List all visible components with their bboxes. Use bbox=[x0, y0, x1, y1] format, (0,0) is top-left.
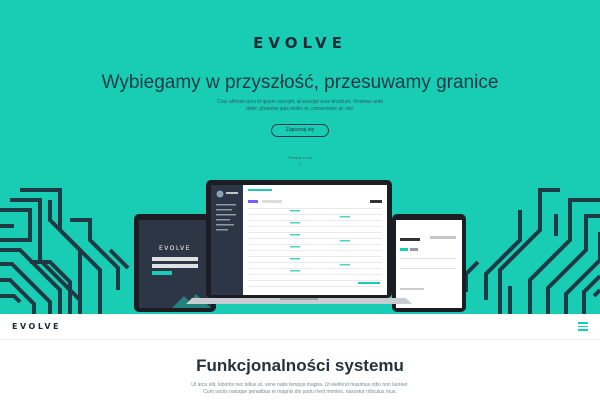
device-mockups-image: EVOLVE bbox=[134, 180, 466, 312]
tablet-mockup-right bbox=[392, 214, 466, 312]
hero-subtitle-line: dolor, pharetra quis mollis et, consecte… bbox=[245, 106, 355, 112]
section-title: Funkcjonalności systemu bbox=[196, 356, 404, 375]
navbar: EVOLVE bbox=[0, 314, 600, 340]
hamburger-line bbox=[578, 322, 588, 324]
tablet-logo: EVOLVE bbox=[159, 245, 191, 252]
hero-subtitle: Cras ultrices arcu id ipsum suscipit, at… bbox=[0, 99, 600, 113]
learn-more-button[interactable]: Zapoznaj się bbox=[271, 124, 329, 137]
section-subtitle-line: Ut arcu elit, lobortis nec tellus at, ve… bbox=[191, 382, 409, 388]
laptop-mockup bbox=[186, 180, 412, 304]
hero-section: EVOLVE Wybiegamy w przyszłość, przesuwam… bbox=[0, 0, 600, 314]
hero-logo: EVOLVE bbox=[253, 34, 347, 52]
navbar-logo[interactable]: EVOLVE bbox=[12, 322, 61, 331]
hamburger-icon[interactable] bbox=[578, 322, 588, 331]
section-subtitle: Ut arcu elit, lobortis nec tellus at, ve… bbox=[0, 382, 600, 396]
tablet-mockup: EVOLVE bbox=[134, 214, 216, 312]
section-subtitle-line: Cum sociis natoque penatibus et magnis d… bbox=[203, 389, 397, 395]
scroll-hint-link[interactable]: Przejdź w dół bbox=[0, 155, 600, 160]
hamburger-line bbox=[578, 325, 588, 327]
hero-title: Wybiegamy w przyszłość, przesuwamy grani… bbox=[101, 72, 499, 93]
hero-subtitle-line: Cras ultrices arcu id ipsum suscipit, at… bbox=[216, 99, 384, 105]
hamburger-line bbox=[578, 329, 588, 331]
chevron-down-icon[interactable]: ⌄ bbox=[298, 161, 302, 167]
